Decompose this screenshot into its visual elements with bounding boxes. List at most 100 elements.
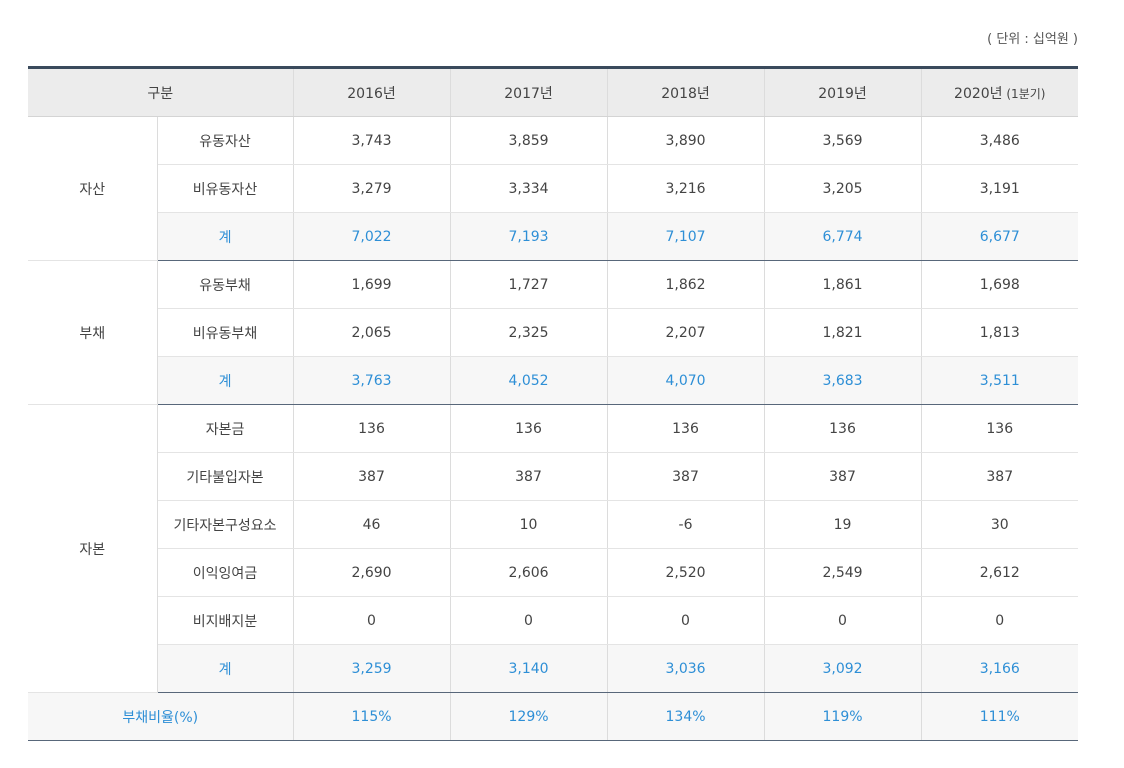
value-cell: 1,861 [764,260,922,309]
value-cell: 3,216 [607,164,765,213]
value-cell: 2,549 [764,548,922,597]
value-cell: 3,569 [764,116,922,165]
value-cell: 3,743 [293,116,451,165]
ratio-value: 119% [764,692,922,741]
group-label: 부채 [28,260,158,405]
value-cell: 1,698 [921,260,1079,309]
row-label: 계 [157,212,294,261]
total-row: 계 3,259 3,140 3,036 3,092 3,166 [28,644,1079,693]
header-row: 구분 2016년 2017년 2018년 2019년 2020년 (1분기) [28,66,1079,117]
ratio-value: 115% [293,692,451,741]
value-cell: 136 [293,404,451,453]
value-cell: 2,065 [293,308,451,357]
total-row: 계 3,763 4,052 4,070 3,683 3,511 [28,356,1079,405]
value-cell: 1,699 [293,260,451,309]
header-year: 2019년 [764,66,922,117]
value-cell: -6 [607,500,765,549]
value-cell: 3,205 [764,164,922,213]
table-row: 기타불입자본 387 387 387 387 387 [28,452,1079,501]
row-label: 기타불입자본 [157,452,294,501]
value-cell: 0 [293,596,451,645]
value-cell: 136 [607,404,765,453]
row-label: 유동부채 [157,260,294,309]
row-label: 비유동부채 [157,308,294,357]
value-cell: 3,259 [293,644,451,693]
value-cell: 46 [293,500,451,549]
ratio-value: 129% [450,692,608,741]
value-cell: 3,166 [921,644,1079,693]
value-cell: 0 [921,596,1079,645]
value-cell: 2,325 [450,308,608,357]
value-cell: 1,821 [764,308,922,357]
value-cell: 6,774 [764,212,922,261]
value-cell: 136 [450,404,608,453]
value-cell: 10 [450,500,608,549]
value-cell: 0 [607,596,765,645]
value-cell: 387 [764,452,922,501]
table-header: 구분 2016년 2017년 2018년 2019년 2020년 (1분기) [28,66,1079,117]
value-cell: 7,107 [607,212,765,261]
total-row: 계 7,022 7,193 7,107 6,774 6,677 [28,212,1079,261]
row-label: 기타자본구성요소 [157,500,294,549]
row-label: 이익잉여금 [157,548,294,597]
value-cell: 30 [921,500,1079,549]
value-cell: 3,036 [607,644,765,693]
value-cell: 3,279 [293,164,451,213]
row-label: 계 [157,644,294,693]
header-year: 2020년 (1분기) [921,66,1079,117]
value-cell: 2,606 [450,548,608,597]
table-row: 자본 자본금 136 136 136 136 136 [28,404,1079,693]
value-cell: 0 [450,596,608,645]
value-cell: 387 [921,452,1079,501]
value-cell: 3,486 [921,116,1079,165]
value-cell: 3,334 [450,164,608,213]
ratio-row: 부채비율(%) 115% 129% 134% 119% 111% [28,692,1079,741]
row-label: 비지배지분 [157,596,294,645]
header-year: 2018년 [607,66,765,117]
value-cell: 136 [921,404,1079,453]
value-cell: 7,022 [293,212,451,261]
value-cell: 2,690 [293,548,451,597]
table-row: 이익잉여금 2,690 2,606 2,520 2,549 2,612 [28,548,1079,597]
value-cell: 136 [764,404,922,453]
value-cell: 2,612 [921,548,1079,597]
value-cell: 387 [607,452,765,501]
value-cell: 3,191 [921,164,1079,213]
value-cell: 3,763 [293,356,451,405]
value-cell: 3,683 [764,356,922,405]
value-cell: 0 [764,596,922,645]
row-label: 비유동자산 [157,164,294,213]
ratio-value: 134% [607,692,765,741]
table-row: 자산 유동자산 3,743 3,859 3,890 3,569 3,486 [28,116,1079,261]
table-body: 자산 유동자산 3,743 3,859 3,890 3,569 3,486 비유동자산 3,27… [28,116,1079,741]
value-cell: 387 [293,452,451,501]
group-label: 자산 [28,116,158,261]
financial-table: 구분 2016년 2017년 2018년 2019년 2020년 (1분기) 자… [28,66,1079,741]
value-cell: 1,727 [450,260,608,309]
value-cell: 3,859 [450,116,608,165]
group-label: 자본 [28,404,158,693]
value-cell: 7,193 [450,212,608,261]
header-year: 2016년 [293,66,451,117]
row-label: 계 [157,356,294,405]
table-row: 비유동부채 2,065 2,325 2,207 1,821 1,813 [28,308,1079,357]
value-cell: 1,813 [921,308,1079,357]
value-cell: 6,677 [921,212,1079,261]
table-row: 비지배지분 0 0 0 0 0 [28,596,1079,645]
value-cell: 1,862 [607,260,765,309]
value-cell: 19 [764,500,922,549]
unit-label: ( 단위 : 십억원 ) [987,32,1078,47]
ratio-label: 부채비율(%) [28,692,294,741]
value-cell: 3,092 [764,644,922,693]
value-cell: 2,520 [607,548,765,597]
row-label: 자본금 [157,404,294,453]
value-cell: 387 [450,452,608,501]
value-cell: 4,052 [450,356,608,405]
ratio-value: 111% [921,692,1079,741]
table-row: 부채 유동부채 1,699 1,727 1,862 1,861 1,698 [28,260,1079,405]
table-row: 비유동자산 3,279 3,334 3,216 3,205 3,191 [28,164,1079,213]
header-category: 구분 [28,66,294,117]
row-label: 유동자산 [157,116,294,165]
value-cell: 2,207 [607,308,765,357]
value-cell: 4,070 [607,356,765,405]
